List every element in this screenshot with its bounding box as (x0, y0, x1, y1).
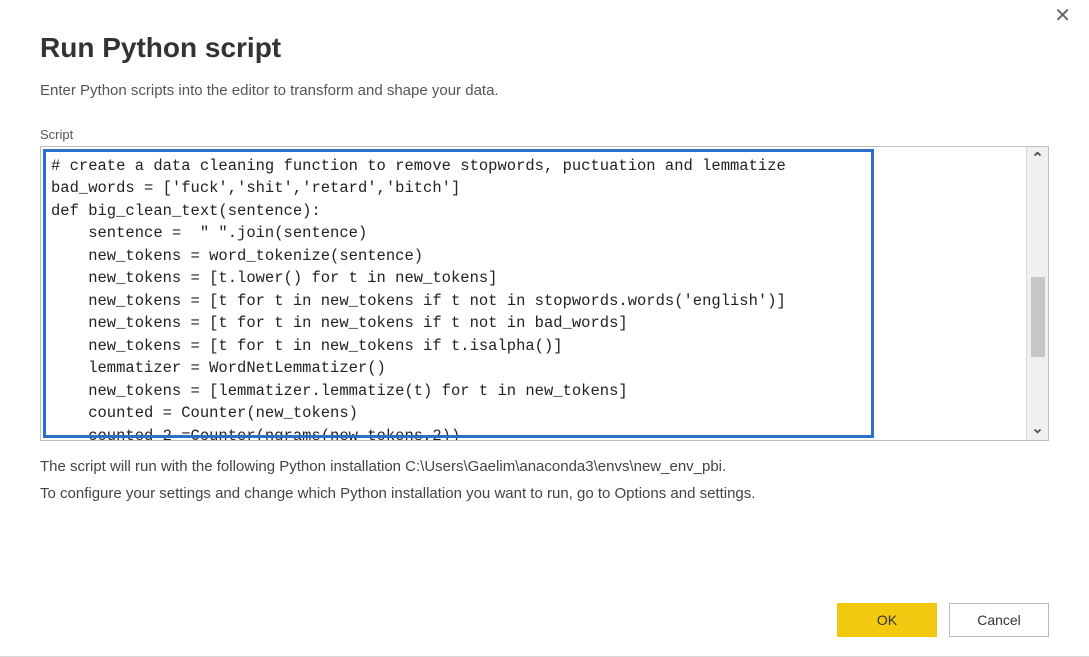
scroll-thumb[interactable] (1031, 277, 1045, 357)
python-config-info: To configure your settings and change wh… (40, 482, 1049, 505)
dialog-subtitle: Enter Python scripts into the editor to … (40, 82, 1049, 99)
dialog-button-row: OK Cancel (837, 603, 1049, 637)
scroll-down-icon[interactable]: ⌄ (1031, 421, 1044, 436)
script-editor[interactable]: # create a data cleaning function to rem… (40, 146, 1049, 441)
script-field-label: Script (40, 127, 1049, 142)
ok-button[interactable]: OK (837, 603, 937, 637)
cancel-button[interactable]: Cancel (949, 603, 1049, 637)
close-icon[interactable]: ✕ (1050, 2, 1075, 30)
script-code[interactable]: # create a data cleaning function to rem… (41, 147, 1026, 440)
scroll-up-icon[interactable]: ⌃ (1031, 151, 1044, 166)
run-python-script-dialog: Run Python script Enter Python scripts i… (0, 0, 1089, 534)
dialog-title: Run Python script (40, 32, 1049, 64)
python-install-info: The script will run with the following P… (40, 455, 1049, 478)
editor-scrollbar[interactable]: ⌃ ⌄ (1026, 147, 1048, 440)
